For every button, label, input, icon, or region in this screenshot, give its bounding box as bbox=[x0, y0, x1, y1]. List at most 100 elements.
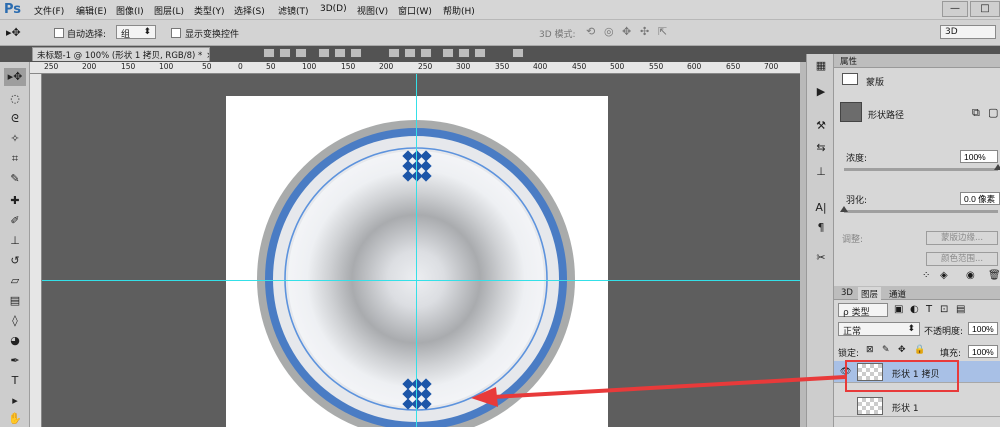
history-icon[interactable]: ▦ bbox=[812, 58, 830, 74]
move-tool[interactable]: ▸✥ bbox=[4, 68, 26, 86]
crop-tool[interactable]: ⌗ bbox=[4, 150, 26, 168]
move-tool-icon[interactable]: ▸✥ bbox=[6, 26, 21, 39]
layer-name[interactable]: 形状 1 bbox=[892, 401, 919, 414]
clone-stamp-tool[interactable]: ⊥ bbox=[4, 232, 26, 250]
3d-roll-icon[interactable]: ◎ bbox=[604, 25, 614, 38]
mask-edge-button[interactable]: 蒙版边缘... bbox=[926, 231, 998, 245]
feather-slider-handle[interactable] bbox=[840, 206, 848, 212]
3d-rotate-icon[interactable]: ⟲ bbox=[586, 25, 595, 38]
vector-mask-icon[interactable]: ▢ bbox=[988, 106, 998, 119]
align-vcenter-icon[interactable] bbox=[279, 48, 291, 58]
menu-filter[interactable]: 滤镜(T) bbox=[278, 4, 309, 17]
layer-row[interactable]: 形状 1 bbox=[834, 395, 1000, 417]
auto-select-dropdown[interactable]: 组 ⬍ bbox=[116, 25, 156, 40]
opacity-input[interactable] bbox=[968, 322, 998, 335]
apply-icon[interactable]: ◈ bbox=[940, 270, 948, 281]
pixel-filter-icon[interactable]: ▣ bbox=[894, 304, 903, 315]
lock-image-icon[interactable]: ✎ bbox=[882, 345, 890, 355]
document-canvas[interactable] bbox=[226, 96, 608, 427]
3d-slide-icon[interactable]: ✣ bbox=[640, 25, 649, 38]
mask-icon[interactable] bbox=[842, 73, 858, 85]
dodge-tool[interactable]: ◕ bbox=[4, 332, 26, 350]
hand-tool[interactable]: ✋ bbox=[4, 410, 26, 427]
document-tab[interactable]: 未标题-1 @ 100% (形状 1 拷贝, RGB/8) *× bbox=[32, 47, 210, 61]
menu-image[interactable]: 图像(I) bbox=[116, 4, 144, 17]
menu-select[interactable]: 选择(S) bbox=[234, 4, 265, 17]
minimize-button[interactable]: — bbox=[942, 1, 968, 17]
feather-input[interactable] bbox=[960, 192, 1000, 205]
align-bottom-icon[interactable] bbox=[295, 48, 307, 58]
density-input[interactable] bbox=[960, 150, 998, 163]
apply-mask-icon[interactable]: ⧉ bbox=[972, 106, 980, 120]
menu-window[interactable]: 窗口(W) bbox=[398, 4, 432, 17]
lock-position-icon[interactable]: ✥ bbox=[898, 345, 906, 355]
density-slider[interactable] bbox=[844, 168, 998, 171]
lock-all-icon[interactable]: 🔒 bbox=[914, 345, 925, 355]
color-range-button[interactable]: 颜色范围... bbox=[926, 252, 998, 266]
adjust-icon[interactable]: ⇆ bbox=[812, 140, 830, 156]
3d-scale-icon[interactable]: ⇱ bbox=[658, 25, 667, 38]
align-right-icon[interactable] bbox=[350, 48, 362, 58]
visibility-toggle-icon[interactable]: ◉ bbox=[966, 270, 975, 281]
menu-help[interactable]: 帮助(H) bbox=[443, 4, 475, 17]
delete-mask-icon[interactable]: 🗑 bbox=[988, 270, 1000, 281]
blend-mode-dropdown[interactable]: 正常 ⬍ bbox=[838, 322, 920, 337]
path-selection-tool[interactable]: ▸ bbox=[4, 392, 26, 410]
distribute-right-icon[interactable] bbox=[474, 48, 486, 58]
blur-tool[interactable]: ◊ bbox=[4, 312, 26, 330]
menu-3d[interactable]: 3D(D) bbox=[320, 4, 347, 14]
type-tool[interactable]: T bbox=[4, 372, 26, 390]
play-actions-icon[interactable]: ▶ bbox=[812, 84, 830, 100]
align-left-icon[interactable] bbox=[318, 48, 330, 58]
menu-layer[interactable]: 图层(L) bbox=[154, 4, 184, 17]
distribute-top-icon[interactable] bbox=[388, 48, 400, 58]
pen-tool[interactable]: ✒ bbox=[4, 352, 26, 370]
distribute-bottom-icon[interactable] bbox=[420, 48, 432, 58]
auto-select-checkbox[interactable] bbox=[54, 28, 64, 38]
menu-view[interactable]: 视图(V) bbox=[357, 4, 388, 17]
healing-brush-tool[interactable]: ✚ bbox=[4, 192, 26, 210]
menu-type[interactable]: 类型(Y) bbox=[194, 4, 225, 17]
align-top-icon[interactable] bbox=[263, 48, 275, 58]
feather-slider[interactable] bbox=[844, 210, 998, 213]
distribute-hcenter-icon[interactable] bbox=[458, 48, 470, 58]
canvas-area[interactable] bbox=[42, 74, 800, 427]
load-selection-icon[interactable]: ⁘ bbox=[922, 270, 930, 281]
eyedropper-tool[interactable]: ✎ bbox=[4, 170, 26, 188]
character-icon[interactable]: A| bbox=[812, 200, 830, 216]
clone-source-icon[interactable]: ⊥ bbox=[812, 164, 830, 180]
distribute-left-icon[interactable] bbox=[442, 48, 454, 58]
fill-input[interactable] bbox=[968, 345, 998, 358]
shape-filter-icon[interactable]: ⊡ bbox=[940, 304, 948, 315]
menu-edit[interactable]: 编辑(E) bbox=[76, 4, 107, 17]
auto-align-icon[interactable] bbox=[512, 48, 524, 58]
layer-filter-dropdown[interactable]: ρ 类型 bbox=[838, 303, 888, 318]
eraser-tool[interactable]: ▱ bbox=[4, 272, 26, 290]
history-brush-tool[interactable]: ↺ bbox=[4, 252, 26, 270]
brush-tool[interactable]: ✐ bbox=[4, 212, 26, 230]
tab-channels[interactable]: 通道 bbox=[886, 287, 909, 301]
workspace-dropdown[interactable]: 3D bbox=[940, 25, 996, 39]
adjustment-filter-icon[interactable]: ◐ bbox=[910, 304, 919, 315]
magic-wand-tool[interactable]: ✧ bbox=[4, 130, 26, 148]
paragraph-icon[interactable]: ¶ bbox=[812, 220, 830, 236]
restore-button[interactable]: □ bbox=[970, 1, 1000, 17]
lasso-tool[interactable]: ᘓ bbox=[4, 110, 26, 128]
align-hcenter-icon[interactable] bbox=[334, 48, 346, 58]
smart-object-filter-icon[interactable]: ▤ bbox=[956, 304, 965, 315]
distribute-vcenter-icon[interactable] bbox=[404, 48, 416, 58]
tab-3d[interactable]: 3D bbox=[838, 287, 856, 299]
density-slider-handle[interactable] bbox=[994, 164, 1000, 170]
type-filter-icon[interactable]: T bbox=[926, 304, 932, 315]
tool-presets-icon[interactable]: ⚒ bbox=[812, 118, 830, 134]
tab-layers[interactable]: 图层 bbox=[858, 287, 882, 301]
lock-transparent-icon[interactable]: ⊠ bbox=[866, 345, 874, 355]
show-transform-checkbox[interactable] bbox=[171, 28, 181, 38]
vertical-guide[interactable] bbox=[416, 74, 417, 427]
menu-file[interactable]: 文件(F) bbox=[34, 4, 64, 17]
horizontal-guide[interactable] bbox=[42, 280, 800, 281]
tab-close-icon[interactable]: × bbox=[206, 51, 209, 61]
3d-drag-icon[interactable]: ✥ bbox=[622, 25, 631, 38]
tools-icon[interactable]: ✂ bbox=[812, 250, 830, 266]
marquee-tool[interactable]: ◌ bbox=[4, 90, 26, 108]
